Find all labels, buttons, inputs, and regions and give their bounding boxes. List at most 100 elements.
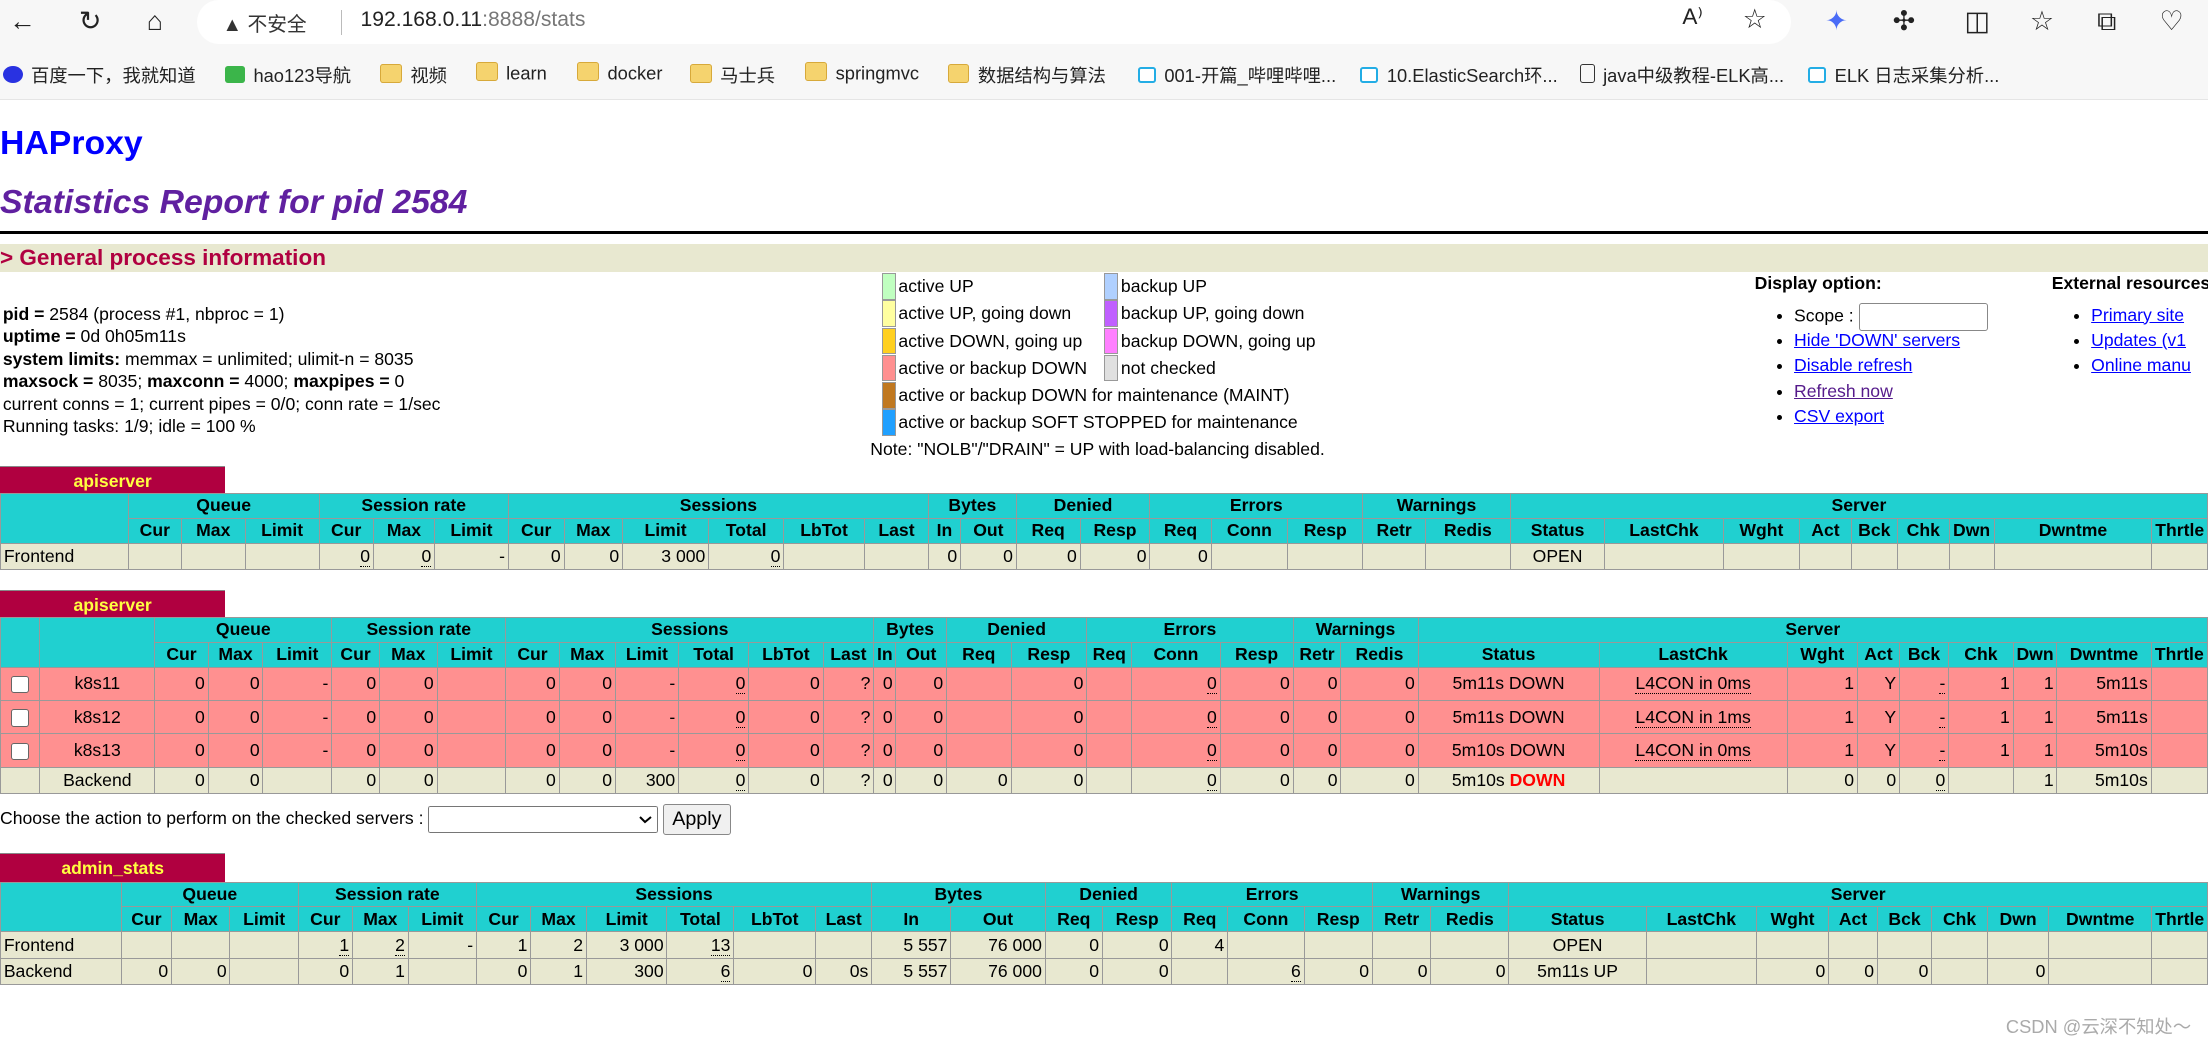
info-value: memmax = unlimited; ulimit-n = 8035 bbox=[120, 348, 414, 369]
column-header: Redis bbox=[1340, 641, 1419, 668]
frontend-row: Frontend 1 2 - 1 2 3 000 13 5 557 76 000 0 0 4 OPEN bbox=[0, 931, 2208, 959]
proxy-name-tab[interactable]: admin_stats bbox=[0, 853, 226, 883]
proxy-name-tab[interactable]: apiserver bbox=[0, 466, 226, 496]
server-checkbox[interactable] bbox=[11, 709, 29, 727]
online-manual-link[interactable]: Online manu bbox=[2091, 355, 2191, 375]
bookmark-item[interactable]: 视频 bbox=[380, 62, 447, 88]
refresh-now-link[interactable]: Refresh now bbox=[1794, 381, 1893, 401]
bookmark-item[interactable]: ELK 日志采集分析... bbox=[1808, 62, 1999, 88]
cell-value[interactable]: 0 bbox=[770, 545, 781, 567]
cell-value[interactable]: 0 bbox=[1935, 769, 1946, 791]
proxy-name-tab[interactable]: apiserver bbox=[0, 590, 226, 620]
hide-down-servers-link[interactable]: Hide 'DOWN' servers bbox=[1794, 330, 1960, 350]
cell-value[interactable]: 6 bbox=[1291, 960, 1301, 982]
csv-export-link[interactable]: CSV export bbox=[1794, 406, 1884, 426]
cell-value[interactable]: 0 bbox=[1206, 673, 1217, 695]
cell-value[interactable]: L4CON in 0ms bbox=[1635, 673, 1751, 695]
server-checkbox[interactable] bbox=[11, 742, 29, 761]
bookmark-item[interactable]: springmvc bbox=[805, 61, 919, 84]
favorite-star-icon[interactable]: ☆ bbox=[1735, 4, 1774, 35]
favorites-icon[interactable]: ☆ bbox=[2022, 6, 2061, 37]
bookmark-item[interactable]: 马士兵 bbox=[690, 62, 775, 88]
cell-value: 0 bbox=[1815, 960, 1826, 981]
legend-item: active or backup DOWN bbox=[881, 354, 1087, 382]
cell-value[interactable]: - bbox=[1939, 706, 1946, 728]
cell-total: 6 bbox=[666, 957, 735, 986]
cell-value: 0 bbox=[997, 769, 1008, 790]
page-title[interactable]: HAProxy bbox=[0, 124, 143, 163]
cell-value: 5m10s DOWN bbox=[1451, 740, 1566, 761]
column-header: Bck bbox=[1850, 517, 1898, 544]
read-aloud-icon[interactable]: A⁾ bbox=[1673, 4, 1712, 30]
server-checkbox[interactable] bbox=[11, 675, 29, 694]
cell-value: 0 bbox=[882, 673, 893, 694]
reload-icon[interactable]: ↻ bbox=[70, 6, 109, 37]
collections-icon[interactable]: ⧉ bbox=[2087, 6, 2126, 38]
cell-value: ? bbox=[860, 673, 871, 694]
column-group-header: Server bbox=[1417, 616, 2208, 643]
bookmark-item[interactable]: 001-开篇_哔哩哔哩... bbox=[1137, 62, 1336, 88]
split-screen-icon[interactable]: ◫ bbox=[1957, 6, 1996, 37]
cell-value[interactable]: 0 bbox=[735, 673, 746, 695]
disable-refresh-link[interactable]: Disable refresh bbox=[1794, 355, 1912, 375]
column-header: Dwn bbox=[2012, 641, 2058, 668]
cell-req bbox=[945, 733, 1012, 768]
cell-value[interactable]: 13 bbox=[710, 934, 731, 956]
scope-input[interactable] bbox=[1858, 302, 1989, 331]
column-header: In bbox=[871, 906, 952, 933]
bookmark-item[interactable]: learn bbox=[475, 61, 547, 84]
bookmark-item[interactable]: 10.ElasticSearch环... bbox=[1360, 62, 1558, 88]
bookmark-item[interactable]: java中级教程-ELK高... bbox=[1580, 62, 1784, 88]
cell-value[interactable]: 0 bbox=[1206, 740, 1217, 762]
bookmark-item[interactable]: 数据结构与算法 bbox=[947, 62, 1106, 88]
bookmark-item[interactable]: docker bbox=[577, 61, 662, 84]
cell-value[interactable]: - bbox=[1939, 673, 1946, 695]
bookmark-item[interactable]: hao123导航 bbox=[225, 62, 351, 88]
bookmark-item[interactable]: 百度一下，我就知道 bbox=[2, 62, 196, 88]
updates-link[interactable]: Updates (v1 bbox=[2091, 330, 2186, 350]
cell-value[interactable]: L4CON in 1ms bbox=[1635, 706, 1751, 728]
home-icon[interactable]: ⌂ bbox=[135, 6, 174, 37]
cell-value: - bbox=[322, 706, 329, 727]
cell-chk bbox=[1948, 766, 2014, 795]
cell-lbtot bbox=[733, 931, 817, 959]
cell-value: 0 bbox=[423, 769, 434, 790]
not-secure-indicator[interactable]: ▲ 不安全 bbox=[222, 8, 306, 37]
cell-value: 0 bbox=[1073, 769, 1084, 790]
cell-value[interactable]: 1 bbox=[339, 934, 350, 956]
cell-value: Y bbox=[1884, 740, 1897, 761]
url-text[interactable]: 192.168.0.11:8888/stats bbox=[360, 8, 585, 32]
apply-button[interactable]: Apply bbox=[662, 804, 731, 836]
action-select[interactable] bbox=[428, 806, 658, 833]
cell-value[interactable]: 0 bbox=[1206, 706, 1217, 728]
extensions-puzzle-icon[interactable]: ✣ bbox=[1884, 6, 1923, 37]
cell-value[interactable]: 0 bbox=[735, 769, 746, 791]
address-bar[interactable]: ▲ 不安全 192.168.0.11:8888/stats A⁾ ☆ bbox=[197, 0, 1792, 44]
cell-max: 0 bbox=[378, 766, 438, 795]
cell-value[interactable]: 0 bbox=[1206, 769, 1217, 791]
cell-value: 0 bbox=[882, 740, 893, 761]
cell-limit bbox=[436, 766, 507, 795]
cell-max: 0 bbox=[378, 733, 438, 768]
cell-value[interactable]: 2 bbox=[395, 934, 405, 956]
back-icon[interactable]: ← bbox=[3, 6, 42, 37]
browser-essentials-icon[interactable]: ♡ bbox=[2152, 6, 2191, 37]
column-header: Dwntme bbox=[2048, 906, 2153, 933]
cell-value[interactable]: - bbox=[1939, 740, 1946, 762]
column-header: Limit bbox=[244, 517, 320, 544]
cell-value[interactable]: 6 bbox=[720, 960, 731, 982]
cell-cur: 0 bbox=[505, 733, 560, 768]
cell-redis: 0 bbox=[1340, 733, 1419, 768]
row-name-text: Backend bbox=[63, 769, 132, 790]
cell-value[interactable]: L4CON in 0ms bbox=[1635, 740, 1751, 762]
cell-value[interactable]: 0 bbox=[735, 740, 746, 762]
extension-icon[interactable]: ✦ bbox=[1817, 6, 1856, 37]
cell-value: 0 bbox=[933, 769, 944, 790]
cell-value[interactable]: 0 bbox=[735, 706, 746, 728]
cell-value[interactable]: 0 bbox=[360, 545, 370, 567]
cell-value[interactable]: 0 bbox=[421, 545, 432, 567]
cell-value: 0 bbox=[249, 740, 260, 761]
cell-max: 0 bbox=[558, 766, 616, 795]
column-header: Limit bbox=[614, 641, 679, 668]
primary-site-link[interactable]: Primary site bbox=[2091, 305, 2184, 325]
